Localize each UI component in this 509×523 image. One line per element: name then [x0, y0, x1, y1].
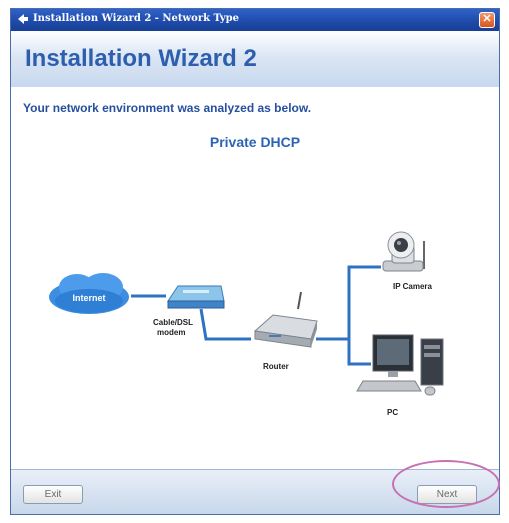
wizard-window: Installation Wizard 2 - Network Type ✕ I… — [10, 8, 500, 515]
internet-cloud-icon: Internet — [49, 273, 129, 314]
modem-icon — [167, 285, 225, 309]
internet-label: Internet — [72, 293, 105, 303]
router-icon — [253, 291, 318, 348]
network-diagram: Internet Cable/DSL modem Router IP Camer… — [49, 231, 444, 417]
pc-label: PC — [387, 408, 398, 417]
exit-button[interactable]: Exit — [23, 485, 83, 504]
next-button-highlight-ring — [392, 460, 500, 508]
router-label: Router — [263, 362, 289, 371]
modem-label-line2: modem — [157, 328, 185, 337]
network-links — [131, 265, 381, 366]
modem-label-line1: Cable/DSL — [153, 318, 193, 327]
ip-camera-label: IP Camera — [393, 282, 433, 291]
ip-camera-icon — [382, 231, 425, 272]
